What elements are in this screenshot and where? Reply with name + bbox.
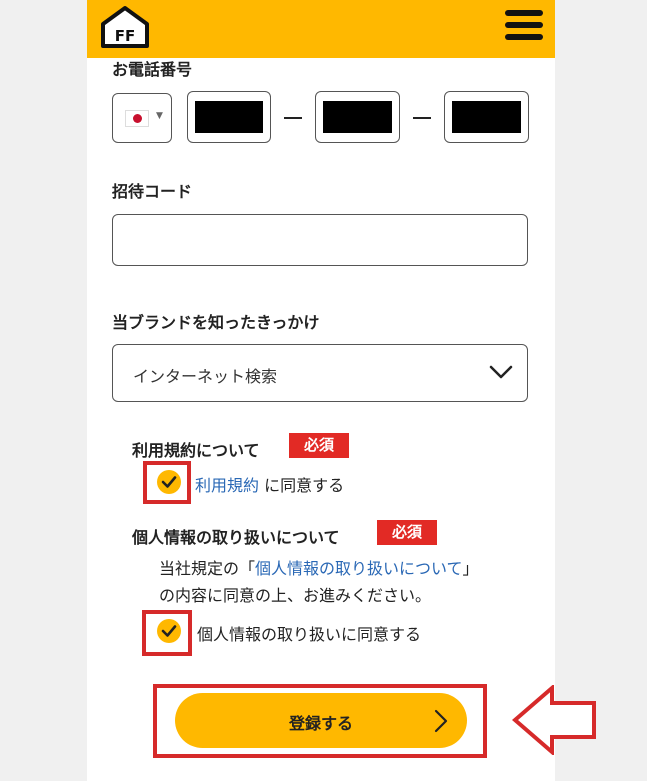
referral-select[interactable]: インターネット検索 (112, 344, 528, 402)
referral-selected-value: インターネット検索 (133, 367, 278, 386)
terms-agree-label: 利用規約 に同意する (195, 472, 344, 496)
logo-text: FF (115, 27, 136, 45)
checkmark-icon (161, 476, 177, 488)
redacted-value (452, 101, 521, 133)
privacy-description-line2: の内容に同意の上、お進みください。 (159, 586, 432, 605)
pointer-arrow-icon (512, 685, 596, 755)
terms-agree-suffix: に同意する (259, 476, 345, 495)
required-badge: 必須 (377, 520, 437, 545)
register-button[interactable]: 登録する (175, 693, 467, 748)
privacy-checkbox[interactable] (157, 619, 181, 643)
japan-flag-icon (125, 110, 149, 127)
required-badge: 必須 (289, 433, 349, 458)
terms-title: 利用規約について (132, 441, 260, 460)
redacted-value (323, 101, 392, 133)
phone-field-2[interactable] (315, 91, 400, 143)
redacted-value (195, 101, 263, 133)
privacy-title: 個人情報の取り扱いについて (132, 528, 340, 547)
privacy-prefix: 当社規定の「 (159, 559, 256, 578)
phone-dash (413, 117, 431, 119)
mobile-page: FF お電話番号 ▼ 招待コード 当ブランドを知ったきっかけ インターネット検索… (87, 0, 555, 781)
phone-field-1[interactable] (187, 91, 271, 143)
country-code-select[interactable]: ▼ (112, 93, 172, 143)
register-button-label: 登録する (288, 716, 353, 733)
checkmark-icon (161, 625, 177, 637)
invite-code-label: 招待コード (112, 182, 193, 201)
phone-dash (284, 117, 302, 119)
terms-link[interactable]: 利用規約 (195, 476, 259, 495)
chevron-right-icon (434, 709, 448, 733)
chevron-down-icon (489, 365, 513, 379)
house-logo-icon: FF (101, 6, 149, 48)
invite-code-input[interactable] (112, 214, 528, 266)
phone-field-3[interactable] (444, 91, 529, 143)
referral-label: 当ブランドを知ったきっかけ (112, 313, 320, 332)
caret-down-icon: ▼ (156, 111, 163, 121)
privacy-suffix: 」 (462, 559, 479, 578)
privacy-agree-label: 個人情報の取り扱いに同意する (197, 625, 422, 644)
terms-checkbox[interactable] (157, 470, 181, 494)
privacy-description: 当社規定の「個人情報の取り扱いについて」 (159, 556, 479, 582)
home-logo[interactable]: FF (99, 4, 151, 50)
hamburger-icon[interactable] (505, 10, 543, 44)
phone-label: お電話番号 (112, 60, 193, 79)
privacy-policy-link[interactable]: 個人情報の取り扱いについて (255, 559, 463, 578)
header-bar: FF (87, 0, 555, 58)
